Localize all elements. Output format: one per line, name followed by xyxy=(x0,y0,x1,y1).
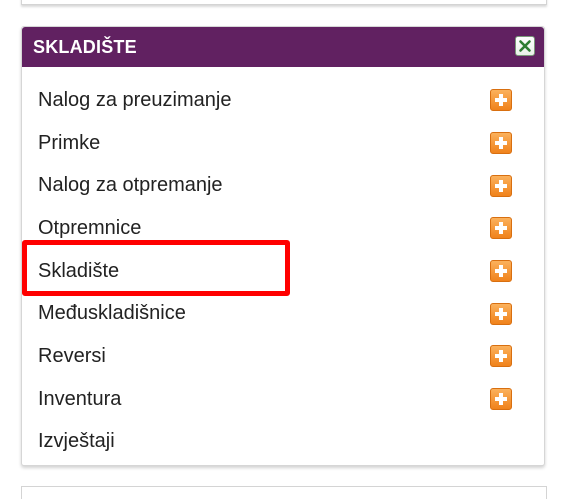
menu-item-label[interactable]: Međuskladišnice xyxy=(38,302,186,325)
plus-icon xyxy=(495,179,507,192)
menu-item-label[interactable]: Izvještaji xyxy=(38,430,115,453)
menu-item-label[interactable]: Nalog za preuzimanje xyxy=(38,89,231,112)
menu-item-primke[interactable]: Primke xyxy=(22,122,544,165)
add-nalog-za-otpremanje-button[interactable] xyxy=(490,174,512,197)
menu-item-skladiste[interactable]: Skladište xyxy=(22,250,544,293)
plus-icon xyxy=(495,222,507,235)
add-reversi-button[interactable] xyxy=(490,345,512,368)
next-panel-edge xyxy=(21,486,547,499)
menu-item-nalog-za-preuzimanje[interactable]: Nalog za preuzimanje xyxy=(22,79,544,122)
previous-panel-edge xyxy=(21,0,547,5)
menu-item-label[interactable]: Primke xyxy=(38,132,100,155)
add-skladiste-button[interactable] xyxy=(490,260,512,283)
skladiste-panel: SKLADIŠTE Nalog za preuzimanje Primke Na… xyxy=(21,26,545,466)
add-meduskladisnice-button[interactable] xyxy=(490,302,512,325)
add-nalog-za-preuzimanje-button[interactable] xyxy=(490,89,512,112)
menu-item-izvjestaji[interactable]: Izvještaji xyxy=(22,421,544,464)
plus-icon xyxy=(495,94,507,107)
add-otpremnice-button[interactable] xyxy=(490,217,512,240)
menu-item-label[interactable]: Reversi xyxy=(38,345,106,368)
menu-item-reversi[interactable]: Reversi xyxy=(22,335,544,378)
close-x-icon xyxy=(519,40,531,52)
menu-item-label[interactable]: Nalog za otpremanje xyxy=(38,174,223,197)
plus-icon xyxy=(495,307,507,320)
menu-item-label[interactable]: Skladište xyxy=(38,260,119,283)
menu-item-label[interactable]: Otpremnice xyxy=(38,217,141,240)
add-primke-button[interactable] xyxy=(490,132,512,155)
close-button[interactable] xyxy=(515,36,535,56)
menu-item-nalog-za-otpremanje[interactable]: Nalog za otpremanje xyxy=(22,164,544,207)
plus-icon xyxy=(495,137,507,150)
plus-icon xyxy=(495,350,507,363)
panel-title: SKLADIŠTE xyxy=(33,37,137,57)
menu-item-meduskladisnice[interactable]: Međuskladišnice xyxy=(22,292,544,335)
menu-item-inventura[interactable]: Inventura xyxy=(22,378,544,421)
skladiste-menu: Nalog za preuzimanje Primke Nalog za otp… xyxy=(22,79,544,463)
plus-icon xyxy=(495,265,507,278)
menu-item-otpremnice[interactable]: Otpremnice xyxy=(22,207,544,250)
add-inventura-button[interactable] xyxy=(490,388,512,411)
plus-icon xyxy=(495,393,507,406)
panel-header: SKLADIŠTE xyxy=(22,27,544,67)
menu-item-label[interactable]: Inventura xyxy=(38,388,121,411)
